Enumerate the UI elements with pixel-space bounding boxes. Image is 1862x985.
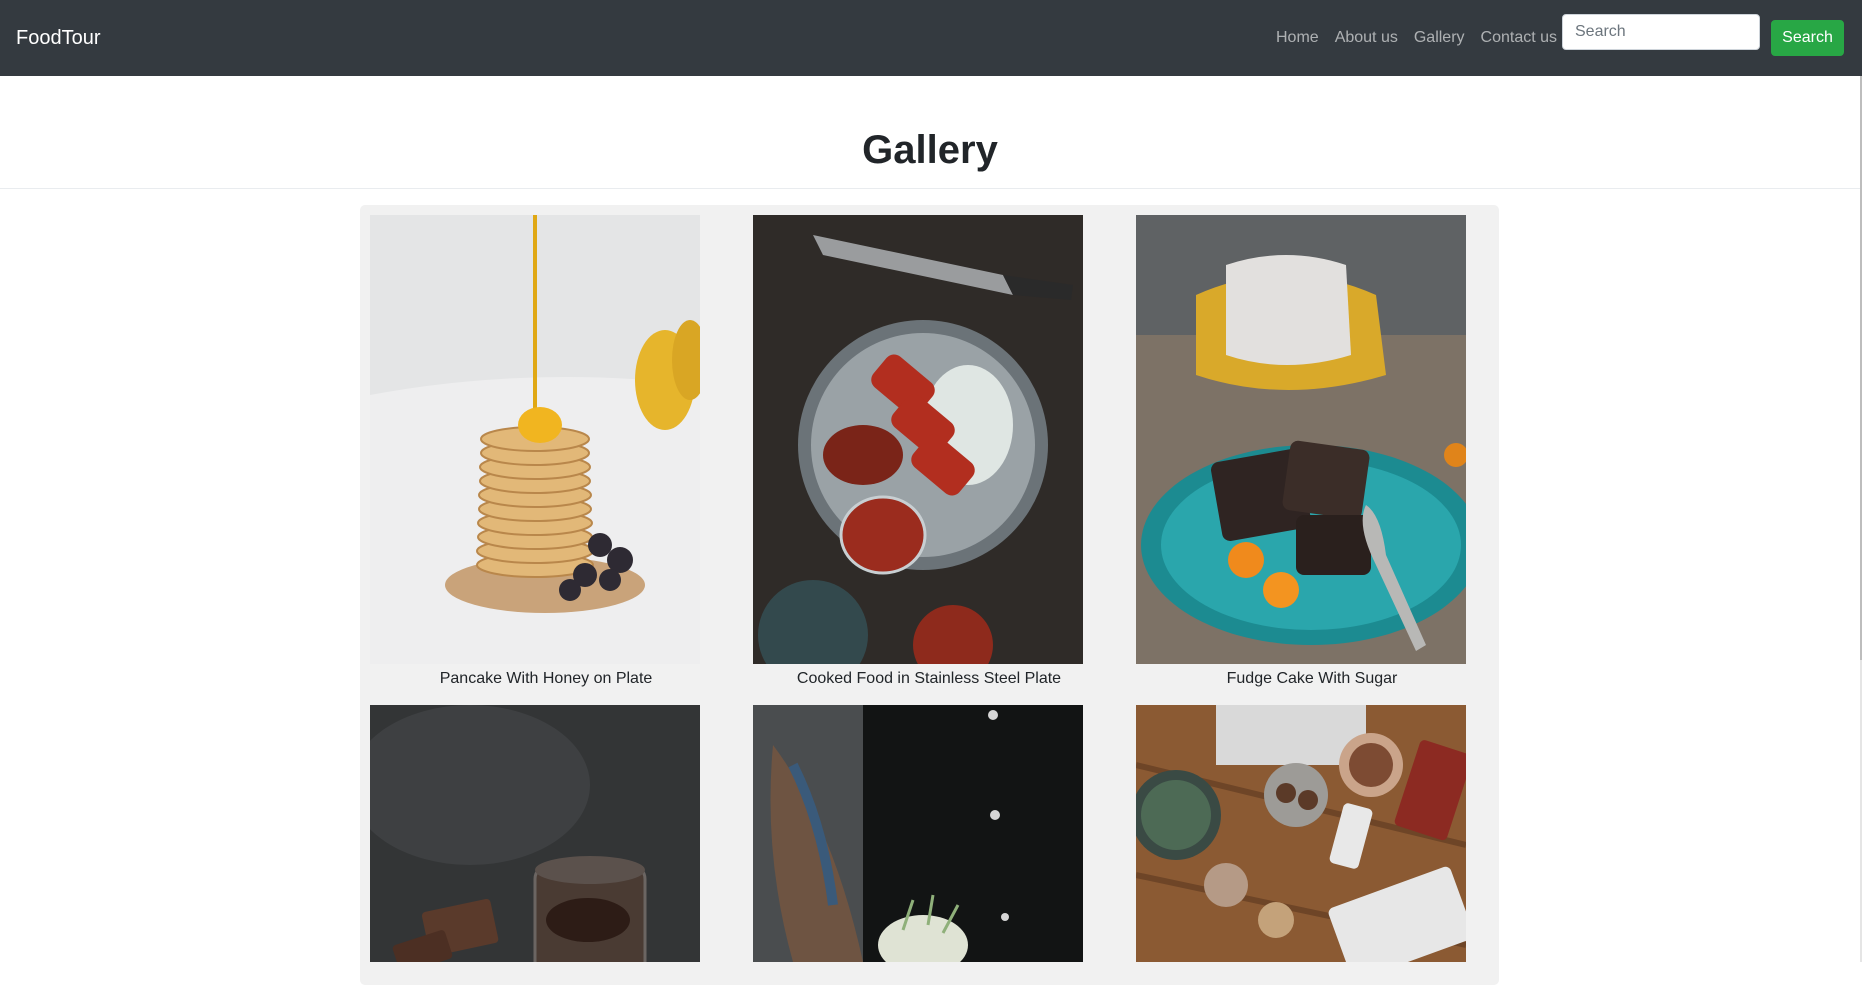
- gallery-card[interactable]: [753, 705, 1083, 962]
- table-illustration: [1136, 705, 1466, 962]
- nav-link-about[interactable]: About us: [1327, 28, 1406, 48]
- gallery-card[interactable]: [1136, 705, 1466, 962]
- search-button[interactable]: Search: [1771, 20, 1844, 56]
- chocolate-drink-photo[interactable]: [370, 705, 700, 962]
- chef-photo[interactable]: [753, 705, 1083, 962]
- photo-caption: Pancake With Honey on Plate: [439, 670, 653, 687]
- cake-illustration: [1136, 215, 1466, 664]
- gallery-card[interactable]: Cooked Food in Stainless Steel Plate: [753, 215, 1083, 689]
- drink-illustration: [370, 705, 700, 962]
- cake-photo[interactable]: [1136, 215, 1466, 664]
- nav-link-home[interactable]: Home: [1268, 28, 1327, 48]
- brand-logo[interactable]: FoodTour: [16, 26, 101, 50]
- search-input[interactable]: [1562, 14, 1760, 50]
- photo-caption: Fudge Cake With Sugar: [1226, 670, 1398, 687]
- pancake-illustration: [370, 215, 700, 664]
- gallery-card[interactable]: Pancake With Honey on Plate: [370, 215, 700, 689]
- kebab-photo[interactable]: [753, 215, 1083, 664]
- gallery-card[interactable]: [370, 705, 700, 962]
- page-title: Gallery: [862, 128, 998, 172]
- navbar: FoodTour Home About us Gallery Contact u…: [0, 0, 1862, 76]
- nav-link-contact[interactable]: Contact us: [1473, 28, 1565, 48]
- nav-link-gallery[interactable]: Gallery: [1406, 28, 1473, 48]
- photo-caption: Cooked Food in Stainless Steel Plate: [796, 670, 1062, 687]
- table-photo[interactable]: [1136, 705, 1466, 962]
- nav-links: Home About us Gallery Contact us: [1268, 28, 1565, 48]
- divider: [0, 188, 1860, 189]
- pancake-photo[interactable]: [370, 215, 700, 664]
- gallery-card[interactable]: Fudge Cake With Sugar: [1136, 215, 1466, 689]
- chef-illustration: [753, 705, 1083, 962]
- kebab-illustration: [753, 215, 1083, 664]
